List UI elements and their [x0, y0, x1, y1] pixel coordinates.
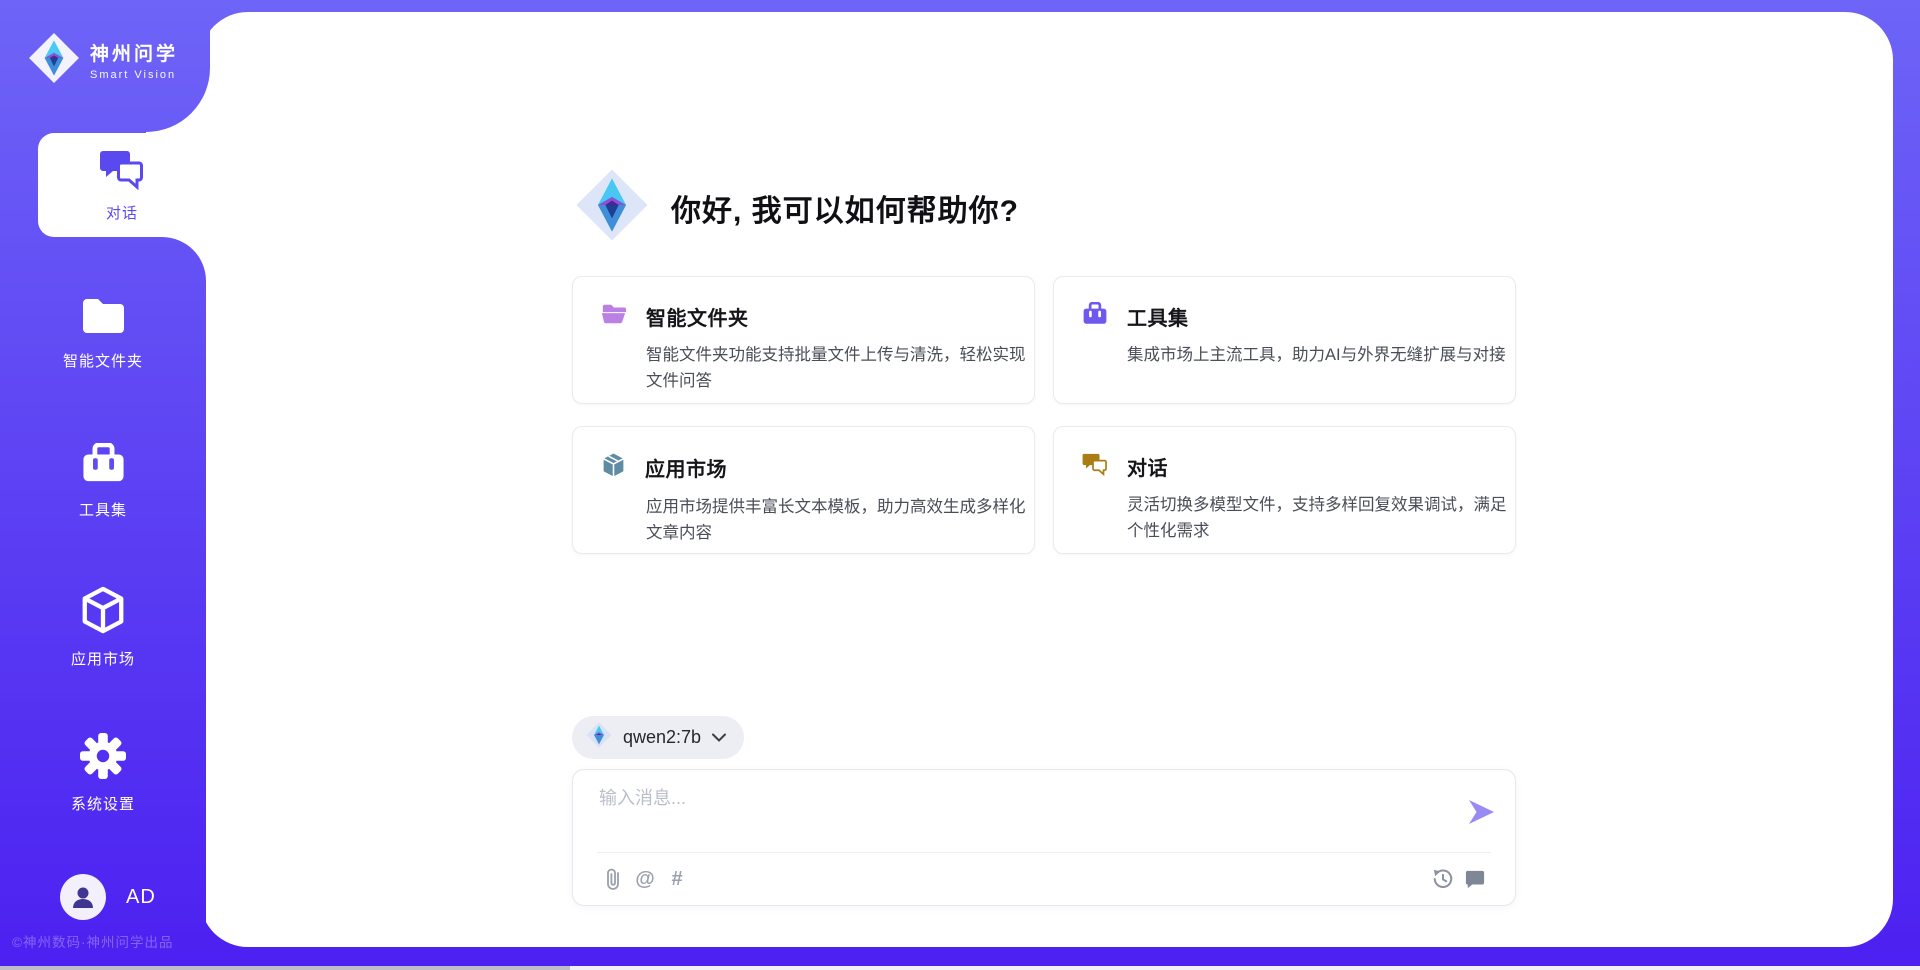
card-title: 工具集	[1127, 302, 1189, 331]
composer-toolbar: @ #	[597, 853, 1491, 905]
model-selector[interactable]: qwen2:7b	[572, 716, 744, 759]
sidebar-item-label: 智能文件夹	[63, 350, 143, 371]
avatar	[60, 874, 106, 920]
user-profile[interactable]: AD	[60, 874, 156, 920]
user-name: AD	[126, 886, 156, 909]
card-app-market[interactable]: 应用市场 应用市场提供丰富长文本模板，助力高效生成多样化文章内容	[572, 426, 1035, 554]
paperclip-icon[interactable]	[597, 864, 629, 894]
toolbox-icon	[80, 443, 127, 490]
logo-diamond-icon	[586, 722, 612, 753]
toolbox-icon	[1082, 302, 1108, 331]
send-button[interactable]	[1465, 796, 1497, 828]
sidebar-item-settings[interactable]: 系统设置	[0, 733, 206, 814]
sidebar-item-toolset[interactable]: 工具集	[0, 443, 206, 520]
card-toolset[interactable]: 工具集 集成市场上主流工具，助力AI与外界无缝扩展与对接	[1053, 276, 1516, 404]
send-icon	[1467, 799, 1495, 825]
message-composer: @ #	[572, 769, 1516, 906]
card-description: 智能文件夹功能支持批量文件上传与清洗，轻松实现文件问答	[646, 342, 1028, 394]
card-title: 应用市场	[645, 453, 727, 482]
sidebar-footer: ©神州数码·神州问学出品	[12, 931, 173, 951]
chat-bubble-icon[interactable]	[1459, 864, 1491, 894]
card-smart-folder[interactable]: 智能文件夹 智能文件夹功能支持批量文件上传与清洗，轻松实现文件问答	[572, 276, 1035, 404]
sidebar-item-label: 工具集	[79, 499, 127, 520]
folder-open-icon	[601, 302, 627, 331]
history-icon[interactable]	[1427, 864, 1459, 894]
folder-icon	[80, 296, 127, 341]
model-name: qwen2:7b	[623, 727, 701, 748]
person-icon	[70, 884, 96, 910]
cube-icon	[601, 452, 626, 483]
hash-icon[interactable]: #	[661, 864, 693, 894]
gear-icon	[80, 733, 126, 784]
chat-bubbles-icon	[99, 148, 145, 195]
sidebar-item-label: 系统设置	[71, 793, 135, 814]
sidebar-item-chat[interactable]: 对话	[38, 133, 206, 237]
card-description: 应用市场提供丰富长文本模板，助力高效生成多样化文章内容	[646, 494, 1028, 546]
greeting: 你好, 我可以如何帮助你?	[575, 168, 1019, 247]
at-icon[interactable]: @	[629, 864, 661, 894]
logo-diamond-icon	[28, 32, 80, 89]
brand: 神州问学 Smart Vision	[0, 0, 210, 100]
chevron-down-icon	[712, 729, 726, 747]
app-subtitle: Smart Vision	[90, 69, 178, 81]
chat-bubbles-icon	[1082, 452, 1108, 481]
card-title: 对话	[1127, 452, 1168, 481]
feature-cards: 智能文件夹 智能文件夹功能支持批量文件上传与清洗，轻松实现文件问答 工具集 集成…	[572, 276, 1516, 554]
message-input[interactable]	[599, 784, 1459, 846]
app-name: 神州问学	[90, 39, 178, 66]
card-description: 灵活切换多模型文件，支持多样回复效果调试，满足个性化需求	[1127, 492, 1509, 544]
sidebar-item-label: 应用市场	[71, 648, 135, 669]
logo-diamond-icon	[575, 168, 649, 247]
card-chat[interactable]: 对话 灵活切换多模型文件，支持多样回复效果调试，满足个性化需求	[1053, 426, 1516, 554]
greeting-text: 你好, 我可以如何帮助你?	[671, 186, 1019, 230]
sidebar-item-smart-folder[interactable]: 智能文件夹	[0, 296, 206, 371]
card-title: 智能文件夹	[646, 302, 749, 331]
cube-icon	[80, 586, 126, 639]
card-description: 集成市场上主流工具，助力AI与外界无缝扩展与对接	[1127, 342, 1509, 368]
horizontal-scrollbar-thumb[interactable]	[0, 966, 570, 970]
sidebar-item-label: 对话	[106, 202, 138, 223]
sidebar-item-app-market[interactable]: 应用市场	[0, 586, 206, 669]
